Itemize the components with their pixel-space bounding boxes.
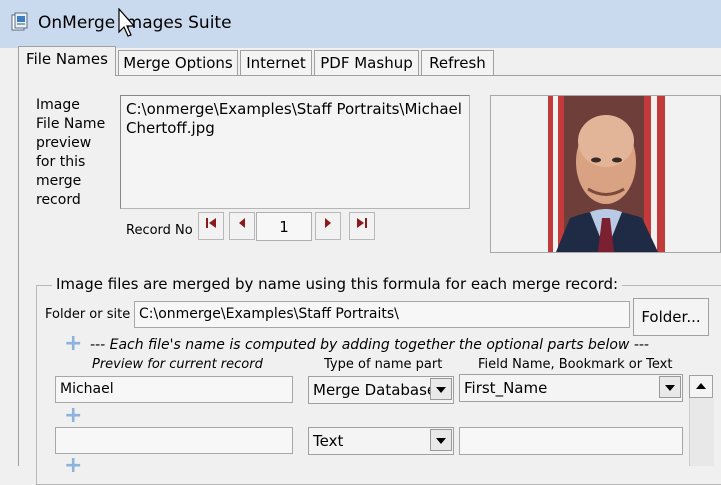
file-name-preview-box[interactable]: C:\onmerge\Examples\Staff Portraits\Mich… bbox=[120, 95, 470, 209]
chevron-down-icon[interactable] bbox=[430, 378, 452, 400]
record-no-label: Record No bbox=[126, 223, 193, 238]
preview-label-line: preview bbox=[36, 135, 92, 151]
preview-label-line: merge bbox=[36, 173, 82, 189]
formula-group-legend: Image files are merged by name using thi… bbox=[52, 275, 623, 293]
mouse-cursor-icon bbox=[118, 7, 136, 42]
name-part-type-select[interactable]: Merge Database bbox=[308, 376, 454, 404]
next-record-button[interactable] bbox=[315, 212, 341, 240]
chevron-down-icon[interactable] bbox=[430, 429, 452, 451]
add-part-icon[interactable]: + bbox=[64, 405, 82, 427]
add-part-icon[interactable]: + bbox=[64, 455, 82, 477]
last-record-button[interactable] bbox=[349, 212, 375, 240]
preview-label-line: record bbox=[36, 192, 81, 208]
panel-border bbox=[18, 75, 19, 466]
preview-label-line: File Name bbox=[36, 116, 106, 132]
first-record-icon bbox=[206, 218, 216, 228]
field-name-value: First_Name bbox=[464, 379, 548, 397]
column-header-preview: Preview for current record bbox=[92, 357, 263, 372]
previous-record-button[interactable] bbox=[229, 212, 255, 240]
tab-internet[interactable]: Internet bbox=[240, 50, 312, 75]
record-number-field[interactable]: 1 bbox=[256, 212, 312, 241]
tab-pdf-mashup[interactable]: PDF Mashup bbox=[314, 50, 419, 75]
folder-input[interactable]: C:\onmerge\Examples\Staff Portraits\ bbox=[134, 301, 630, 328]
chevron-down-icon[interactable] bbox=[659, 376, 681, 398]
first-record-button[interactable] bbox=[198, 212, 224, 240]
row-preview-field[interactable] bbox=[55, 427, 293, 454]
row-preview-field[interactable]: Michael bbox=[55, 376, 293, 403]
column-header-type: Type of name part bbox=[324, 357, 443, 372]
add-part-icon[interactable]: + bbox=[64, 333, 82, 355]
next-record-icon bbox=[325, 218, 331, 228]
folder-button[interactable]: Folder... bbox=[633, 298, 709, 336]
app-icon[interactable] bbox=[11, 12, 29, 32]
field-name-select[interactable]: First_Name bbox=[459, 374, 683, 402]
tab-file-names[interactable]: File Names bbox=[18, 46, 116, 76]
field-name-input[interactable] bbox=[459, 427, 683, 455]
previous-record-icon bbox=[239, 218, 245, 228]
portrait-image bbox=[548, 96, 665, 252]
scroll-up-button[interactable] bbox=[689, 375, 713, 398]
last-record-icon bbox=[357, 218, 367, 228]
name-part-type-value: Text bbox=[313, 432, 344, 450]
name-part-type-value: Merge Database bbox=[313, 381, 437, 399]
tab-refresh[interactable]: Refresh bbox=[421, 50, 494, 75]
name-part-type-select[interactable]: Text bbox=[308, 427, 454, 455]
scrollbar-track[interactable] bbox=[689, 398, 714, 466]
preview-label-line: Image bbox=[36, 97, 80, 113]
formula-hint: --- Each file's name is computed by addi… bbox=[90, 337, 649, 353]
tab-merge-options[interactable]: Merge Options bbox=[118, 50, 238, 75]
folder-label: Folder or site bbox=[45, 307, 131, 322]
preview-label: Image File Name preview for this merge r… bbox=[36, 96, 105, 210]
column-header-field: Field Name, Bookmark or Text bbox=[478, 357, 673, 372]
preview-label-line: for this bbox=[36, 154, 86, 170]
